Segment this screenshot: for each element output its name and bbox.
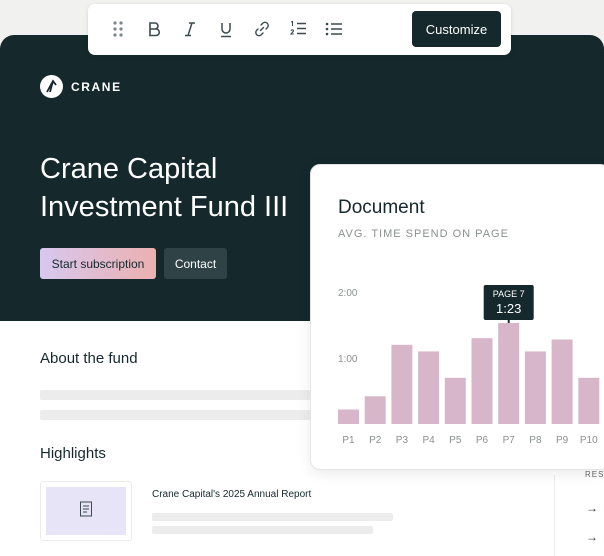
link-icon[interactable]	[252, 19, 272, 39]
x-tick-label: P7	[503, 435, 516, 446]
italic-icon[interactable]	[180, 19, 200, 39]
x-tick-label: P3	[396, 435, 409, 446]
tooltip-value: 1:23	[496, 301, 521, 316]
chart-bar	[444, 377, 466, 424]
divider	[554, 475, 555, 556]
bulleted-list-icon[interactable]	[324, 19, 344, 39]
chart-bar	[524, 351, 546, 424]
text-placeholder	[40, 410, 310, 420]
report-thumbnail[interactable]	[40, 481, 132, 541]
drag-handle-icon[interactable]	[108, 19, 128, 39]
chart-bar	[418, 351, 440, 424]
report-title[interactable]: Crane Capital's 2025 Annual Report	[152, 489, 311, 500]
brand-logo[interactable]: CRANE	[40, 75, 122, 98]
text-placeholder	[152, 526, 373, 534]
chart-bar	[391, 344, 413, 424]
y-tick-label: 1:00	[338, 354, 358, 365]
chart-bar	[471, 338, 493, 424]
crane-logo-icon	[40, 75, 63, 98]
chart-bar	[578, 377, 600, 424]
chart-bar	[364, 396, 386, 424]
text-placeholder	[40, 390, 310, 400]
x-tick-label: P4	[422, 435, 435, 446]
numbered-list-icon[interactable]	[288, 19, 308, 39]
x-tick-label: P2	[369, 435, 382, 446]
customize-button[interactable]: Customize	[412, 11, 501, 47]
contact-button[interactable]: Contact	[164, 248, 227, 279]
x-tick-label: P5	[449, 435, 462, 446]
document-analytics-panel: Document AVG. TIME SPEND ON PAGE 1:00 2:0…	[310, 164, 604, 470]
time-per-page-chart: 1:00 2:00 P1 P2 P3 P4 P5 P6 P7 P8 P9 P10 PAGE 7 1:23	[338, 285, 600, 446]
bold-icon[interactable]	[144, 19, 164, 39]
arrow-right-icon[interactable]: →	[586, 530, 598, 544]
x-tick-label: P1	[342, 435, 355, 446]
hero-title: Crane Capital Investment Fund III	[40, 153, 289, 223]
x-tick-label: P6	[476, 435, 489, 446]
underline-icon[interactable]	[216, 19, 236, 39]
start-subscription-button[interactable]: Start subscription	[40, 248, 156, 279]
chart-bar	[338, 409, 359, 424]
y-tick-label: 2:00	[338, 288, 358, 299]
tooltip-label: PAGE 7	[493, 289, 525, 299]
document-icon	[79, 501, 93, 522]
formatting-toolbar: Customize	[88, 4, 511, 55]
chart-bar	[551, 339, 573, 424]
arrow-right-icon[interactable]: →	[586, 501, 598, 515]
brand-name: CRANE	[71, 79, 122, 94]
chart-bar	[498, 323, 520, 424]
text-placeholder	[152, 513, 393, 521]
x-tick-label: P10	[580, 435, 598, 446]
x-tick-label: P8	[529, 435, 542, 446]
highlights-heading: Highlights	[40, 445, 106, 462]
x-tick-label: P9	[556, 435, 569, 446]
about-heading: About the fund	[40, 350, 138, 367]
resources-label: RES	[585, 470, 604, 479]
